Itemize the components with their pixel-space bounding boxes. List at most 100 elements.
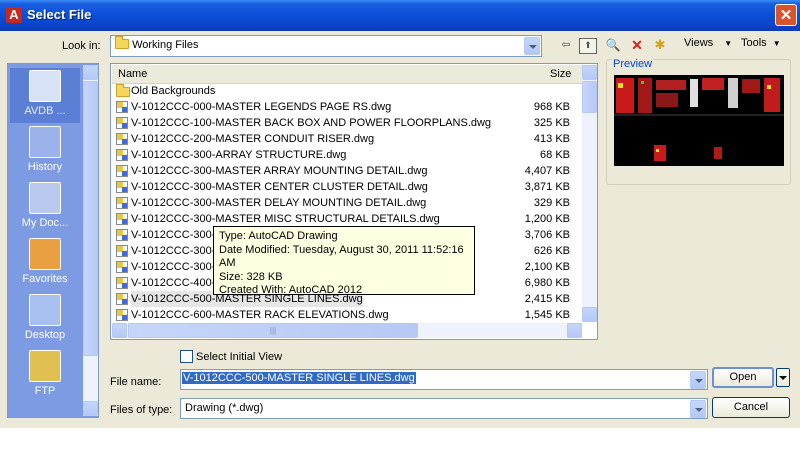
place-label: Favorites [22,273,68,285]
chevron-down-icon[interactable] [690,371,706,389]
file-size: 968 KB [533,101,570,113]
file-name: V-1012CCC-000-MASTER LEGENDS PAGE RS.dwg [131,101,392,113]
views-label: Views [684,37,714,49]
file-name-label: File name: [110,376,162,388]
search-web-icon[interactable]: 🔍 [603,36,623,54]
dwg-file-icon [116,117,128,129]
file-size: 329 KB [533,197,570,209]
dwg-file-icon [116,165,128,177]
list-vertical-scrollbar[interactable] [582,65,597,322]
file-name: V-1012CCC-300-MASTER ARRAY MOUNTING DETA… [131,165,428,177]
open-button[interactable]: Open [712,367,774,388]
file-name-value: V-1012CCC-500-MASTER SINGLE LINES.dwg [182,372,416,384]
tools-menu[interactable]: Tools ▼ [741,37,781,49]
cancel-button[interactable]: Cancel [712,397,790,418]
column-name[interactable]: Name [118,68,147,80]
place-label: My Doc... [21,217,69,229]
scroll-up-icon[interactable] [83,65,98,80]
favorites-icon [29,238,61,270]
file-row[interactable]: V-1012CCC-600-MASTER RACK ELEVATIONS.dwg… [112,307,582,323]
file-name: V-1012CCC-300-MASTER CENTER CLUSTER DETA… [131,181,428,193]
place-label: AVDB ... [24,105,66,117]
back-icon[interactable]: ⇦ [556,36,576,54]
file-size: 325 KB [533,117,570,129]
scroll-left-icon[interactable] [112,323,127,338]
file-row[interactable]: V-1012CCC-200-MASTER CONDUIT RISER.dwg 41… [112,131,582,147]
scroll-down-icon[interactable] [83,401,98,416]
file-name: V-1012CCC-100-MASTER BACK BOX AND POWER … [131,117,492,129]
scroll-up-icon[interactable] [582,65,597,80]
place-ftp[interactable]: FTP [10,350,80,397]
select-initial-view-label: Select Initial View [196,351,283,363]
file-info-tooltip: Type: AutoCAD Drawing Date Modified: Tue… [213,226,475,296]
file-name: Old Backgrounds [131,85,216,97]
avdb-icon [29,70,61,102]
scroll-down-icon[interactable] [582,307,597,322]
ftp-icon [29,350,61,382]
place-favorites[interactable]: Favorites [10,238,80,285]
file-name: V-1012CCC-300-ARRAY STRUCTURE.dwg [131,149,347,161]
desktop-icon [29,294,61,326]
look-in-dropdown[interactable]: Working Files [110,35,542,57]
column-size[interactable]: Size [550,68,571,80]
select-file-dialog: A Select File ✕ Look in: Working Files ⇦… [0,0,800,428]
autocad-app-icon: A [6,7,22,23]
list-horizontal-scrollbar[interactable]: ||| [112,323,582,338]
scroll-right-icon[interactable] [567,323,582,338]
file-row[interactable]: V-1012CCC-000-MASTER LEGENDS PAGE RS.dwg… [112,99,582,115]
files-of-type-value: Drawing (*.dwg) [185,402,264,414]
delete-icon[interactable]: ✕ [627,36,647,54]
chevron-down-icon[interactable] [524,37,540,55]
place-avdb[interactable]: AVDB ... [10,68,80,123]
tooltip-modified: Date Modified: Tuesday, August 30, 2011 … [219,243,464,270]
drawing-preview [614,75,784,166]
file-row[interactable]: V-1012CCC-300-MASTER ARRAY MOUNTING DETA… [112,163,582,179]
folder-row[interactable]: Old Backgrounds [112,83,582,99]
place-history[interactable]: History [10,126,80,173]
my-documents-icon [29,182,61,214]
file-size: 4,407 KB [524,165,570,177]
views-menu[interactable]: Views ▼ [684,37,732,49]
file-row[interactable]: V-1012CCC-300-MASTER CENTER CLUSTER DETA… [112,179,582,195]
file-row[interactable]: V-1012CCC-300-ARRAY STRUCTURE.dwg 68 KB [112,147,582,163]
place-label: FTP [34,385,56,397]
tools-chevron-down-icon: ▼ [772,39,781,48]
scroll-thumb[interactable] [83,81,98,356]
place-desktop[interactable]: Desktop [10,294,80,341]
file-size: 413 KB [533,133,570,145]
file-size: 3,706 KB [524,229,570,241]
place-my-documents[interactable]: My Doc... [10,182,80,229]
close-button[interactable]: ✕ [775,4,797,26]
places-scrollbar[interactable] [83,65,98,416]
dwg-file-icon [116,277,128,289]
file-name: V-1012CCC-400-M [131,277,225,289]
scroll-thumb[interactable]: ||| [128,323,418,338]
dwg-file-icon [116,101,128,113]
file-size: 3,871 KB [524,181,570,193]
chevron-down-icon[interactable] [690,400,706,418]
file-name: V-1012CCC-600-MASTER RACK ELEVATIONS.dwg [131,309,389,321]
history-icon [29,126,61,158]
file-list: Name Size Old Backgrounds V-1012CCC-000-… [110,63,598,340]
title-bar[interactable]: A Select File ✕ [0,0,800,31]
up-folder-icon[interactable]: ⬆ [579,38,597,54]
dwg-file-icon [116,245,128,257]
select-initial-view-checkbox[interactable] [180,350,193,363]
file-name: V-1012CCC-200-MASTER CONDUIT RISER.dwg [131,133,375,145]
file-row[interactable]: V-1012CCC-300-MASTER MISC STRUCTURAL DET… [112,211,582,227]
tooltip-size: Size: 328 KB [219,270,283,283]
files-of-type-dropdown[interactable]: Drawing (*.dwg) [180,398,708,419]
scroll-thumb[interactable] [582,81,597,113]
file-name: V-1012CCC-300-MASTER MISC STRUCTURAL DET… [131,213,440,225]
look-in-value: Working Files [132,39,199,51]
file-size: 2,100 KB [524,261,570,273]
preview-label: Preview [612,58,654,70]
dwg-file-icon [116,133,128,145]
open-options-chevron-icon[interactable] [776,368,790,387]
place-label: Desktop [24,329,66,341]
file-row[interactable]: V-1012CCC-300-MASTER DELAY MOUNTING DETA… [112,195,582,211]
dwg-file-icon [116,213,128,225]
new-folder-icon[interactable]: ✱ [650,36,670,54]
file-row[interactable]: V-1012CCC-100-MASTER BACK BOX AND POWER … [112,115,582,131]
place-label: History [27,161,63,173]
